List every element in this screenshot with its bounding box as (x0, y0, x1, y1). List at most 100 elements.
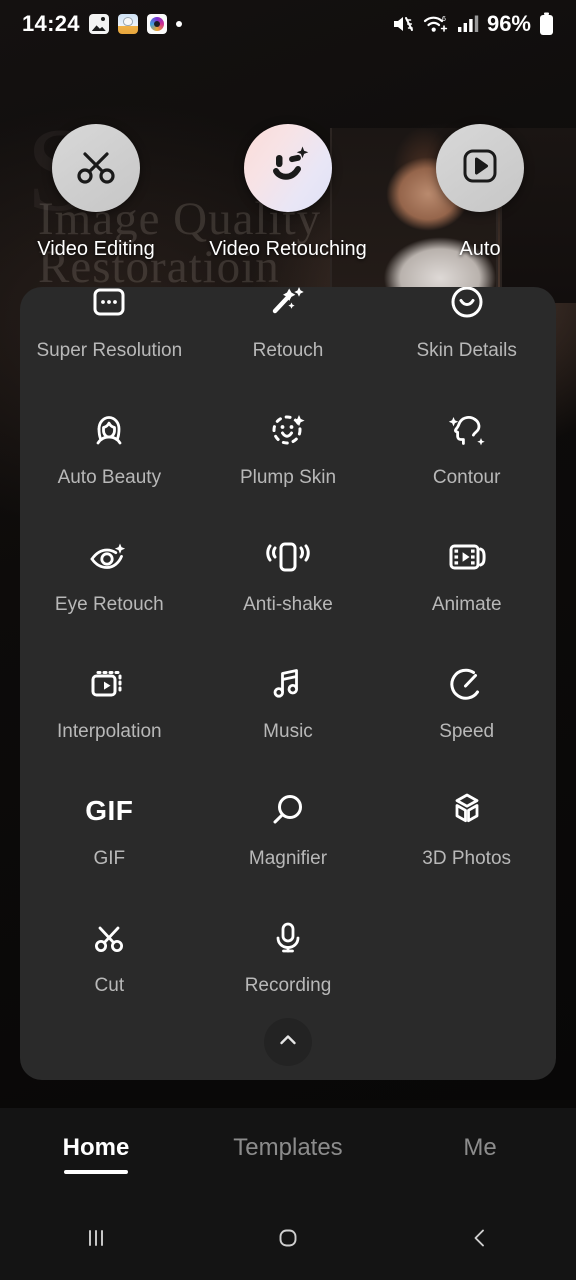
tool-label: Animate (431, 594, 502, 615)
head-profile-icon (439, 404, 495, 456)
tool-cut[interactable]: Cut (20, 896, 199, 1023)
tab-templates-label: Templates (233, 1134, 343, 1161)
notification-dot (175, 21, 182, 27)
tool-contour[interactable]: Contour (377, 388, 556, 515)
tool-eye-retouch[interactable]: Eye Retouch (20, 515, 199, 642)
video-editing-circle[interactable] (52, 124, 140, 212)
frames-play-icon (81, 658, 137, 710)
tab-templates-indicator (256, 1170, 320, 1174)
tool-gif[interactable]: GIF GIF (20, 769, 199, 896)
scissors-cut-icon (81, 912, 137, 964)
auto-circle[interactable] (436, 124, 524, 212)
tool-super-resolution[interactable]: Super Resolution (20, 287, 199, 388)
tool-label: Cut (94, 975, 125, 996)
tool-label: Retouch (252, 340, 324, 361)
tab-me[interactable]: Me (384, 1134, 576, 1174)
tab-templates[interactable]: Templates (192, 1134, 384, 1174)
status-clock: 14:24 (22, 11, 80, 36)
tab-home-label: Home (62, 1134, 130, 1161)
tool-plump-skin[interactable]: Plump Skin (199, 388, 378, 515)
home-icon (273, 1223, 303, 1258)
tool-label: Eye Retouch (54, 594, 164, 615)
tab-me-indicator (448, 1170, 512, 1174)
tool-label: GIF (93, 848, 126, 869)
battery-icon (539, 12, 554, 36)
tool-label: Music (263, 721, 313, 742)
tab-home-indicator (64, 1170, 128, 1174)
super-resolution-icon (81, 287, 137, 329)
tool-animate[interactable]: Animate (377, 515, 556, 642)
signal-icon (457, 13, 479, 35)
auto-label: Auto (459, 238, 501, 260)
tool-3d-photos[interactable]: 3D Photos (377, 769, 556, 896)
bottom-tab-bar: Home Templates Me (0, 1108, 576, 1200)
tool-label: Auto Beauty (57, 467, 162, 488)
gif-text-icon: GIF (81, 785, 137, 837)
battery-percent: 96% (486, 11, 531, 36)
tool-speed[interactable]: Speed (377, 642, 556, 769)
tool-label: Anti-shake (243, 594, 333, 615)
dashed-face-icon (260, 404, 316, 456)
back-icon (465, 1223, 495, 1258)
tool-anti-shake[interactable]: Anti-shake (199, 515, 378, 642)
top-action-video-editing[interactable]: Video Editing (0, 124, 192, 284)
recents-icon (81, 1223, 111, 1258)
video-editing-label: Video Editing (37, 238, 155, 260)
gallery-app-icon (88, 14, 109, 34)
status-bar-left: 14:24 (22, 11, 182, 37)
tool-label: Super Resolution (36, 340, 183, 361)
back-button[interactable] (384, 1223, 576, 1258)
chevron-up-icon (276, 1028, 300, 1057)
tab-home[interactable]: Home (0, 1134, 192, 1174)
tool-recording[interactable]: Recording (199, 896, 378, 1023)
tool-label: Magnifier (248, 848, 328, 869)
tool-label: Interpolation (57, 721, 162, 742)
speedometer-icon (439, 658, 495, 710)
collapse-button-wrap (20, 1018, 556, 1066)
video-retouching-label: Video Retouching (209, 238, 367, 260)
play-square-icon (458, 144, 502, 193)
microphone-icon (260, 912, 316, 964)
collapse-panel-button[interactable] (264, 1018, 312, 1066)
eye-sparkle-icon (81, 531, 137, 583)
face-circle-icon (439, 287, 495, 329)
recents-button[interactable] (0, 1223, 192, 1258)
vibrate-phone-icon (260, 531, 316, 583)
status-bar: 14:24 6 96% (0, 0, 576, 48)
tool-label: Plump Skin (239, 467, 337, 488)
camera-app-icon (146, 14, 167, 34)
photo-editor-app-icon (117, 14, 138, 34)
winking-face-icon (263, 141, 313, 196)
tool-label: Skin Details (416, 340, 517, 361)
app-screen: S Image Quality Restoratioin 14:24 (0, 0, 576, 1280)
svg-text:6: 6 (442, 16, 446, 23)
tool-interpolation[interactable]: Interpolation (20, 642, 199, 769)
tool-auto-beauty[interactable]: Auto Beauty (20, 388, 199, 515)
tool-label: Speed (439, 721, 495, 742)
top-action-auto[interactable]: Auto (384, 124, 576, 284)
tool-label: Recording (244, 975, 332, 996)
status-bar-right: 6 96% (391, 11, 554, 37)
tool-music[interactable]: Music (199, 642, 378, 769)
tools-grid: Super Resolution Retouch Skin Details Au… (20, 287, 556, 1023)
tool-label: 3D Photos (422, 848, 512, 869)
tool-retouch[interactable]: Retouch (199, 287, 378, 388)
wifi-icon: 6 (423, 13, 449, 35)
scissors-icon (73, 143, 119, 194)
film-play-icon (439, 531, 495, 583)
mute-icon (391, 13, 415, 35)
tool-label: Contour (432, 467, 501, 488)
tools-panel: Super Resolution Retouch Skin Details Au… (20, 287, 556, 1080)
home-button[interactable] (192, 1223, 384, 1258)
gif-glyph: GIF (85, 795, 134, 826)
top-action-row: Video Editing Video Retouching Auto (0, 124, 576, 284)
tool-skin-details[interactable]: Skin Details (377, 287, 556, 388)
tool-magnifier[interactable]: Magnifier (199, 769, 378, 896)
tab-me-label: Me (463, 1134, 497, 1161)
android-nav-bar (0, 1200, 576, 1280)
woman-portrait-icon (81, 404, 137, 456)
magnifier-icon (260, 785, 316, 837)
music-note-icon (260, 658, 316, 710)
video-retouching-circle[interactable] (244, 124, 332, 212)
top-action-video-retouching[interactable]: Video Retouching (192, 124, 384, 284)
